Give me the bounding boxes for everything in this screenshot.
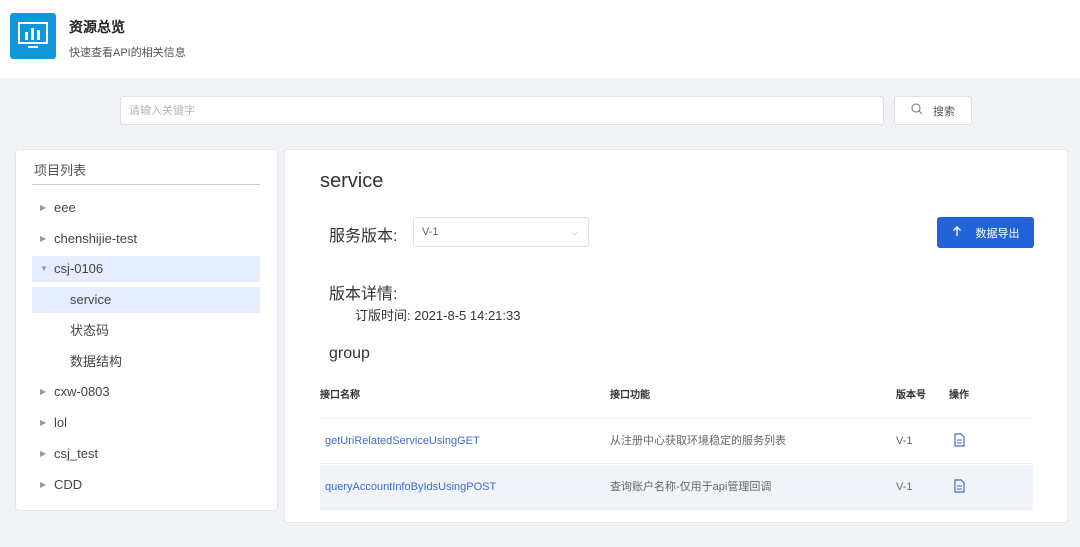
divider: [32, 184, 260, 185]
version-detail-title: 版本详情:: [329, 286, 398, 303]
column-header-version: 版本号: [896, 390, 926, 401]
caret-right-icon[interactable]: ▶: [40, 379, 46, 405]
search-input[interactable]: [120, 96, 884, 125]
page-subtitle: 快速查看API的相关信息: [69, 47, 186, 59]
sidebar-item-label: 状态码: [70, 323, 110, 338]
sidebar-item-label: csj-0106: [54, 261, 104, 276]
service-detail-panel: service 服务版本: V-1 ⌵ 数据导出 版本详情: 订版时间: 202…: [284, 149, 1068, 523]
project-list-panel: 项目列表 ▶ eee ▶ chenshijie-test ▼ csj-0106 …: [15, 149, 278, 511]
sidebar-item-data-structures[interactable]: 数据结构: [32, 349, 260, 375]
sidebar-item-eee[interactable]: ▶ eee: [32, 195, 260, 221]
sidebar-item-chenshijie-test[interactable]: ▶ chenshijie-test: [32, 226, 260, 252]
version-select[interactable]: V-1 ⌵: [413, 217, 589, 247]
api-description: 查询账户名称-仅用于api管理回调: [610, 481, 772, 493]
caret-right-icon[interactable]: ▶: [40, 472, 46, 498]
caret-right-icon[interactable]: ▶: [40, 195, 46, 221]
caret-down-icon[interactable]: ▼: [40, 256, 48, 282]
document-view-icon[interactable]: [953, 479, 965, 493]
version-label: 服务版本:: [329, 228, 398, 245]
table-row: getUriRelatedServiceUsingGET 从注册中心获取环境稳定…: [320, 419, 1033, 464]
service-title: service: [320, 170, 384, 192]
document-view-icon[interactable]: [953, 433, 965, 447]
export-data-button[interactable]: 数据导出: [937, 217, 1034, 248]
export-button-label: 数据导出: [975, 227, 1020, 240]
page-title: 资源总览: [69, 19, 125, 35]
app-header: 资源总览 快速查看API的相关信息: [0, 0, 1080, 78]
column-header-action: 操作: [949, 390, 969, 401]
sidebar-item-csj-test[interactable]: ▶ csj_test: [32, 441, 260, 467]
column-header-function: 接口功能: [610, 390, 650, 401]
sidebar-item-status-codes[interactable]: 状态码: [32, 318, 260, 344]
search-button-label: 搜索: [933, 105, 955, 118]
project-list-title: 项目列表: [34, 163, 87, 178]
sidebar-item-service[interactable]: service: [32, 287, 260, 313]
sidebar-item-label: service: [70, 292, 112, 307]
arrow-up-icon: [952, 225, 962, 240]
sidebar-item-label: 数据结构: [70, 354, 123, 369]
sidebar-item-label: chenshijie-test: [54, 231, 138, 246]
sidebar-item-csj-0106[interactable]: ▼ csj-0106: [32, 256, 260, 282]
sidebar-item-label: CDD: [54, 477, 83, 492]
api-name-link[interactable]: getUriRelatedServiceUsingGET: [325, 419, 480, 464]
sidebar-item-cxw-0803[interactable]: ▶ cxw-0803: [32, 379, 260, 405]
sidebar-item-label: cxw-0803: [54, 384, 110, 399]
sidebar-item-label: csj_test: [54, 446, 99, 461]
group-title: group: [329, 345, 370, 362]
sidebar-item-lol[interactable]: ▶ lol: [32, 410, 260, 436]
search-button[interactable]: 搜索: [894, 96, 972, 125]
version-time: 订版时间: 2021-8-5 14:21:33: [355, 308, 521, 323]
api-version: V-1: [896, 481, 913, 493]
table-row: queryAccountInfoByIdsUsingPOST 查询账户名称-仅用…: [320, 465, 1033, 510]
api-name-link[interactable]: queryAccountInfoByIdsUsingPOST: [325, 465, 496, 510]
search-icon: [911, 103, 923, 118]
version-select-value: V-1: [422, 226, 439, 238]
chevron-down-icon: ⌵: [571, 227, 578, 237]
chart-monitor-icon: [10, 13, 56, 59]
caret-right-icon[interactable]: ▶: [40, 441, 46, 467]
api-description: 从注册中心获取环境稳定的服务列表: [610, 435, 786, 447]
sidebar-item-label: lol: [54, 415, 68, 430]
column-header-name: 接口名称: [320, 390, 360, 401]
caret-right-icon[interactable]: ▶: [40, 410, 46, 436]
api-version: V-1: [896, 435, 913, 447]
sidebar-item-label: eee: [54, 200, 76, 215]
sidebar-item-cdd[interactable]: ▶ CDD: [32, 472, 260, 498]
caret-right-icon[interactable]: ▶: [40, 226, 46, 252]
